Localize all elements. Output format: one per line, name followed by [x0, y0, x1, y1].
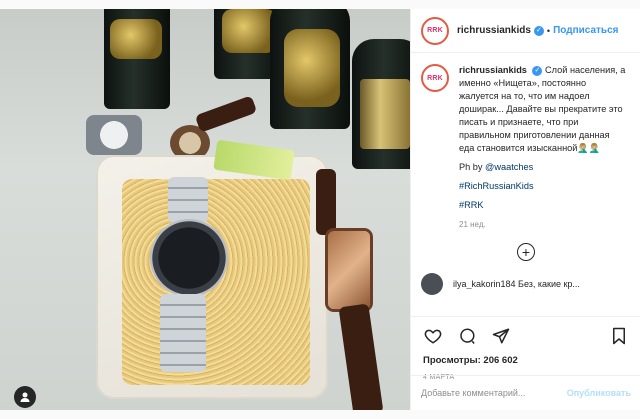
separator-dot: •	[546, 25, 551, 36]
share-icon[interactable]	[491, 326, 511, 346]
bottle-foil	[110, 19, 162, 59]
watch-strap	[338, 303, 384, 410]
user-icon[interactable]	[14, 386, 36, 408]
hashtag-text[interactable]: #RRK	[459, 200, 484, 210]
watch-bracelet	[160, 294, 206, 372]
post-actions: Просмотры: 206 602 4 МАРТА	[411, 316, 640, 381]
post-header: RRK richrussiankids ✓ • Подписаться	[411, 9, 640, 53]
caption-username[interactable]: richrussiankids	[459, 65, 527, 75]
gold-watch	[328, 231, 370, 309]
watch-strap	[316, 169, 336, 235]
verified-icon: ✓	[532, 65, 543, 76]
instagram-post-window: RRK richrussiankids ✓ • Подписаться RRK …	[0, 0, 640, 419]
diver-watch	[150, 219, 228, 297]
publish-button[interactable]: Опубликовать	[567, 388, 631, 398]
views-count[interactable]: Просмотры: 206 602	[423, 355, 629, 366]
bottle-foil	[284, 29, 340, 107]
caption: RRK richrussiankids ✓ Слой населения, а …	[421, 64, 631, 231]
avatar[interactable]: RRK	[421, 16, 449, 45]
photo-credit-link[interactable]: @waatches	[485, 162, 533, 172]
heart-icon[interactable]	[423, 326, 443, 346]
caption-body: richrussiankids ✓ Слой населения, а имен…	[459, 64, 627, 231]
watch-strap	[194, 95, 258, 133]
bottle-foil	[222, 9, 276, 53]
bottle-label	[360, 79, 410, 149]
action-icons	[423, 325, 629, 347]
load-more-symbol: +	[521, 244, 531, 260]
verified-icon: ✓	[533, 25, 544, 36]
comments-list[interactable]: RRK richrussiankids ✓ Слой населения, а …	[411, 54, 640, 316]
post-media[interactable]	[0, 9, 410, 410]
add-comments-icon[interactable]: +	[517, 243, 535, 261]
hashtag-link[interactable]: #RRK	[459, 199, 627, 212]
comment-item: ilya_kakorin184 Без, какие кр...	[421, 273, 631, 295]
bookmark-icon[interactable]	[609, 326, 629, 346]
avatar[interactable]: RRK	[421, 64, 449, 92]
hashtag-text[interactable]: #RichRussianKids	[459, 181, 534, 191]
watch-bracelet	[168, 177, 208, 223]
post-sidebar: RRK richrussiankids ✓ • Подписаться RRK …	[410, 9, 640, 410]
caption-text: Слой населения, а именно «Нищета», посто…	[459, 65, 626, 153]
add-comment-bar: Опубликовать	[411, 375, 640, 410]
avatar[interactable]	[421, 273, 443, 295]
comment-input[interactable]	[421, 388, 567, 398]
photo-credit: Ph by @waatches	[459, 161, 627, 174]
author-username[interactable]: richrussiankids	[457, 25, 531, 36]
silver-watch	[86, 115, 142, 155]
hashtag-link[interactable]: #RichRussianKids	[459, 180, 627, 193]
avatar-text: RRK	[427, 74, 443, 82]
comment-icon[interactable]	[457, 326, 477, 346]
follow-button[interactable]: Подписаться	[553, 25, 618, 36]
comment-text: ilya_kakorin184 Без, какие кр...	[453, 279, 580, 289]
photo-credit-prefix: Ph by	[459, 162, 486, 172]
avatar-text: RRK	[427, 27, 443, 34]
time-ago: 21 нед.	[459, 220, 486, 229]
